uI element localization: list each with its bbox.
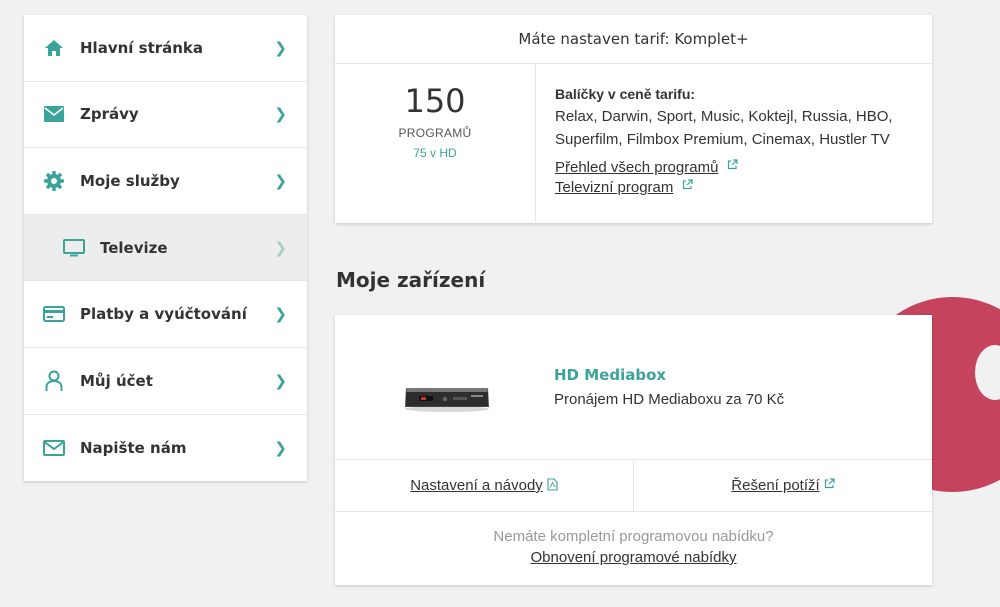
chevron-right-icon: ❯ [274, 238, 287, 257]
program-count-label: PROGRAMŮ [398, 126, 472, 140]
program-count-box: 150 PROGRAMŮ 75 v HD [335, 64, 536, 222]
home-icon [42, 36, 66, 60]
envelope-icon [42, 436, 66, 460]
sidebar-item-home[interactable]: Hlavní stránka ❯ [24, 15, 307, 82]
refresh-program-offer-link[interactable]: Obnovení programové nabídky [531, 549, 737, 566]
pdf-icon [547, 477, 558, 495]
chevron-right-icon: ❯ [274, 171, 287, 190]
sidebar-item-my-services[interactable]: Moje služby ❯ [24, 148, 307, 215]
chevron-right-icon: ❯ [274, 38, 287, 57]
packages-box: Balíčky v ceně tarifu: Relax, Darwin, Sp… [536, 64, 905, 222]
sidebar-item-label: Platby a vyúčtování [80, 305, 247, 324]
credit-card-icon [42, 302, 66, 326]
sidebar-item-label: Hlavní stránka [80, 38, 204, 57]
troubleshooting-link[interactable]: Řešení potíží [731, 477, 819, 494]
tv-program-link[interactable]: Televizní program [555, 179, 673, 196]
sidebar-nav: Hlavní stránka ❯ Zprávy ❯ Moje služby ❯ [24, 15, 307, 482]
device-card: HD Mediabox Pronájem HD Mediaboxu za 70 … [335, 315, 932, 585]
sidebar-item-write-us[interactable]: Napište nám ❯ [24, 415, 307, 482]
sidebar-item-messages[interactable]: Zprávy ❯ [24, 82, 307, 149]
packages-title: Balíčky v ceně tarifu: [555, 86, 696, 102]
tv-icon [62, 236, 86, 260]
tariff-card: Máte nastaven tarif: Komplet+ 150 PROGRA… [335, 15, 932, 223]
device-description: Pronájem HD Mediaboxu za 70 Kč [554, 391, 785, 408]
sidebar-item-label: Zprávy [80, 105, 139, 124]
external-link-icon [682, 177, 693, 194]
device-name[interactable]: HD Mediabox [554, 366, 666, 384]
sidebar-item-my-account[interactable]: Můj účet ❯ [24, 348, 307, 415]
sidebar-item-label: Moje služby [80, 171, 180, 190]
chevron-right-icon: ❯ [274, 305, 287, 324]
all-programs-link[interactable]: Přehled všech programů [555, 159, 718, 176]
sidebar-item-payments[interactable]: Platby a vyúčtování ❯ [24, 281, 307, 348]
chevron-right-icon: ❯ [274, 105, 287, 124]
sidebar-item-label: Můj účet [80, 371, 153, 390]
sidebar-item-label: Televize [100, 238, 168, 257]
external-link-icon [824, 476, 835, 493]
mediabox-image [403, 383, 491, 418]
program-count: 150 [404, 82, 466, 120]
hd-count-label: 75 v HD [413, 146, 457, 160]
my-devices-title: Moje zařízení [336, 268, 486, 292]
sidebar-item-television[interactable]: Televize ❯ [24, 214, 307, 282]
settings-guides-link[interactable]: Nastavení a návody [410, 477, 543, 494]
tariff-heading: Máte nastaven tarif: Komplet+ [335, 15, 932, 64]
mail-icon [42, 102, 66, 126]
external-link-icon [727, 157, 738, 174]
packages-list: Relax, Darwin, Sport, Music, Koktejl, Ru… [555, 108, 893, 148]
sidebar-item-label: Napište nám [80, 438, 187, 457]
gear-icon [42, 169, 66, 193]
chevron-right-icon: ❯ [274, 438, 287, 457]
chevron-right-icon: ❯ [274, 371, 287, 390]
incomplete-offer-question: Nemáte kompletní programovou nabídku? [493, 528, 774, 545]
user-icon [42, 369, 66, 393]
